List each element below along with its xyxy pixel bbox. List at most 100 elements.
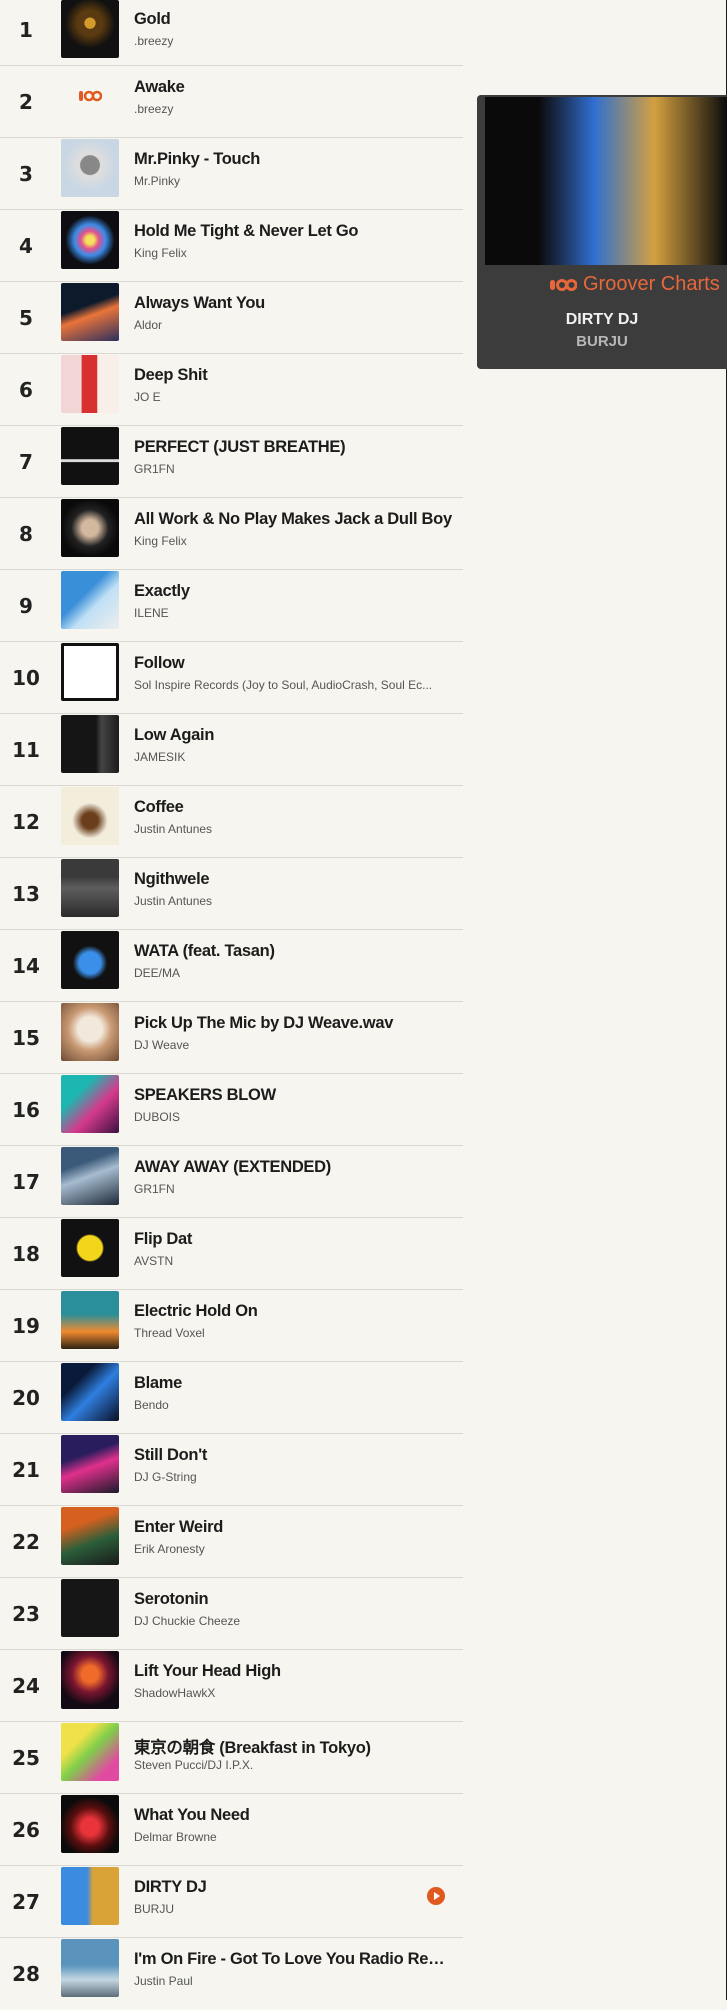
track-title[interactable]: Deep Shit: [134, 366, 452, 385]
track-row[interactable]: 8 All Work & No Play Makes Jack a Dull B…: [0, 498, 463, 570]
track-artist[interactable]: Justin Antunes: [134, 894, 452, 908]
track-title[interactable]: Always Want You: [134, 294, 452, 313]
track-row[interactable]: 4 Hold Me Tight & Never Let Go King Feli…: [0, 210, 463, 282]
track-row[interactable]: 16 SPEAKERS BLOW DUBOIS: [0, 1074, 463, 1146]
track-artist[interactable]: Justin Paul: [134, 1974, 452, 1988]
track-artist[interactable]: AVSTN: [134, 1254, 452, 1268]
track-row[interactable]: 25 東京の朝食 (Breakfast in Tokyo) Steven Puc…: [0, 1722, 463, 1794]
track-title[interactable]: Exactly: [134, 582, 452, 601]
track-row[interactable]: 5 Always Want You Aldor: [0, 282, 463, 354]
track-title[interactable]: All Work & No Play Makes Jack a Dull Boy: [134, 510, 452, 529]
track-row[interactable]: 14 WATA (feat. Tasan) DEE/MA: [0, 930, 463, 1002]
track-title[interactable]: I'm On Fire - Got To Love You Radio Remi…: [134, 1950, 452, 1969]
track-title[interactable]: Blame: [134, 1374, 452, 1393]
track-row[interactable]: 17 AWAY AWAY (EXTENDED) GR1FN: [0, 1146, 463, 1218]
track-artist[interactable]: Delmar Browne: [134, 1830, 452, 1844]
track-artist[interactable]: ILENE: [134, 606, 452, 620]
track-artist[interactable]: .breezy: [134, 34, 452, 48]
track-row[interactable]: 11 Low Again JAMESIK: [0, 714, 463, 786]
track-title[interactable]: What You Need: [134, 1806, 452, 1825]
track-title[interactable]: Ngithwele: [134, 870, 452, 889]
track-row[interactable]: 7 PERFECT (JUST BREATHE) GR1FN: [0, 426, 463, 498]
track-artist[interactable]: DJ Chuckie Cheeze: [134, 1614, 452, 1628]
album-cover[interactable]: [61, 571, 119, 629]
album-cover[interactable]: [61, 427, 119, 485]
track-title[interactable]: PERFECT (JUST BREATHE): [134, 438, 452, 457]
album-cover[interactable]: [61, 67, 119, 125]
album-cover[interactable]: [61, 283, 119, 341]
track-artist[interactable]: DEE/MA: [134, 966, 452, 980]
featured-cover[interactable]: [485, 97, 727, 265]
track-artist[interactable]: Steven Pucci/DJ I.P.X.: [134, 1758, 452, 1772]
track-row[interactable]: 10 Follow Sol Inspire Records (Joy to So…: [0, 642, 463, 714]
track-title[interactable]: AWAY AWAY (EXTENDED): [134, 1158, 452, 1177]
track-title[interactable]: Serotonin: [134, 1590, 452, 1609]
track-title[interactable]: Coffee: [134, 798, 452, 817]
album-cover[interactable]: [61, 1435, 119, 1493]
track-title[interactable]: Pick Up The Mic by DJ Weave.wav: [134, 1014, 452, 1033]
album-cover[interactable]: [61, 1723, 119, 1781]
track-title[interactable]: Lift Your Head High: [134, 1662, 452, 1681]
track-row[interactable]: 15 Pick Up The Mic by DJ Weave.wav DJ We…: [0, 1002, 463, 1074]
album-cover[interactable]: [61, 859, 119, 917]
track-row[interactable]: 12 Coffee Justin Antunes: [0, 786, 463, 858]
album-cover[interactable]: [61, 1867, 119, 1925]
track-artist[interactable]: Justin Antunes: [134, 822, 452, 836]
track-artist[interactable]: .breezy: [134, 102, 452, 116]
track-title[interactable]: Hold Me Tight & Never Let Go: [134, 222, 452, 241]
track-row[interactable]: 28 I'm On Fire - Got To Love You Radio R…: [0, 1938, 463, 2010]
track-row[interactable]: 19 Electric Hold On Thread Voxel: [0, 1290, 463, 1362]
track-title[interactable]: Mr.Pinky - Touch: [134, 150, 452, 169]
album-cover[interactable]: [61, 1939, 119, 1997]
track-row[interactable]: 23 Serotonin DJ Chuckie Cheeze: [0, 1578, 463, 1650]
album-cover[interactable]: [61, 355, 119, 413]
track-artist[interactable]: Thread Voxel: [134, 1326, 452, 1340]
track-title[interactable]: Enter Weird: [134, 1518, 452, 1537]
track-title[interactable]: Flip Dat: [134, 1230, 452, 1249]
track-artist[interactable]: DUBOIS: [134, 1110, 452, 1124]
track-row[interactable]: 3 Mr.Pinky - Touch Mr.Pinky: [0, 138, 463, 210]
album-cover[interactable]: [61, 1651, 119, 1709]
album-cover[interactable]: [61, 931, 119, 989]
album-cover[interactable]: [61, 1795, 119, 1853]
album-cover[interactable]: [61, 715, 119, 773]
track-artist[interactable]: Erik Aronesty: [134, 1542, 452, 1556]
album-cover[interactable]: [61, 643, 119, 701]
album-cover[interactable]: [61, 1291, 119, 1349]
track-row[interactable]: 18 Flip Dat AVSTN: [0, 1218, 463, 1290]
track-title[interactable]: Low Again: [134, 726, 452, 745]
track-artist[interactable]: King Felix: [134, 246, 452, 260]
album-cover[interactable]: [61, 1507, 119, 1565]
track-artist[interactable]: GR1FN: [134, 1182, 452, 1196]
album-cover[interactable]: [61, 1003, 119, 1061]
album-cover[interactable]: [61, 211, 119, 269]
track-row[interactable]: 9 Exactly ILENE: [0, 570, 463, 642]
track-row[interactable]: 26 What You Need Delmar Browne: [0, 1794, 463, 1866]
album-cover[interactable]: [61, 0, 119, 58]
track-row[interactable]: 20 Blame Bendo: [0, 1362, 463, 1434]
track-artist[interactable]: BURJU: [134, 1902, 452, 1916]
album-cover[interactable]: [61, 1363, 119, 1421]
album-cover[interactable]: [61, 1147, 119, 1205]
track-title[interactable]: DIRTY DJ: [134, 1878, 452, 1897]
album-cover[interactable]: [61, 499, 119, 557]
track-title[interactable]: WATA (feat. Tasan): [134, 942, 452, 961]
track-title[interactable]: SPEAKERS BLOW: [134, 1086, 452, 1105]
track-artist[interactable]: GR1FN: [134, 462, 452, 476]
track-row[interactable]: 21 Still Don't DJ G-String: [0, 1434, 463, 1506]
track-row[interactable]: 2 Awake .breezy: [0, 66, 463, 138]
track-title[interactable]: Electric Hold On: [134, 1302, 452, 1321]
track-artist[interactable]: Mr.Pinky: [134, 174, 452, 188]
track-artist[interactable]: DJ G-String: [134, 1470, 452, 1484]
album-cover[interactable]: [61, 787, 119, 845]
track-title[interactable]: 東京の朝食 (Breakfast in Tokyo): [134, 1734, 452, 1758]
featured-track-card[interactable]: Groover Charts DIRTY DJ BURJU: [477, 95, 727, 369]
track-row[interactable]: 13 Ngithwele Justin Antunes: [0, 858, 463, 930]
track-artist[interactable]: DJ Weave: [134, 1038, 452, 1052]
album-cover[interactable]: [61, 1075, 119, 1133]
track-artist[interactable]: King Felix: [134, 534, 452, 548]
track-artist[interactable]: Bendo: [134, 1398, 452, 1412]
track-row[interactable]: 1 Gold .breezy: [0, 0, 463, 66]
album-cover[interactable]: [61, 1219, 119, 1277]
album-cover[interactable]: [61, 139, 119, 197]
